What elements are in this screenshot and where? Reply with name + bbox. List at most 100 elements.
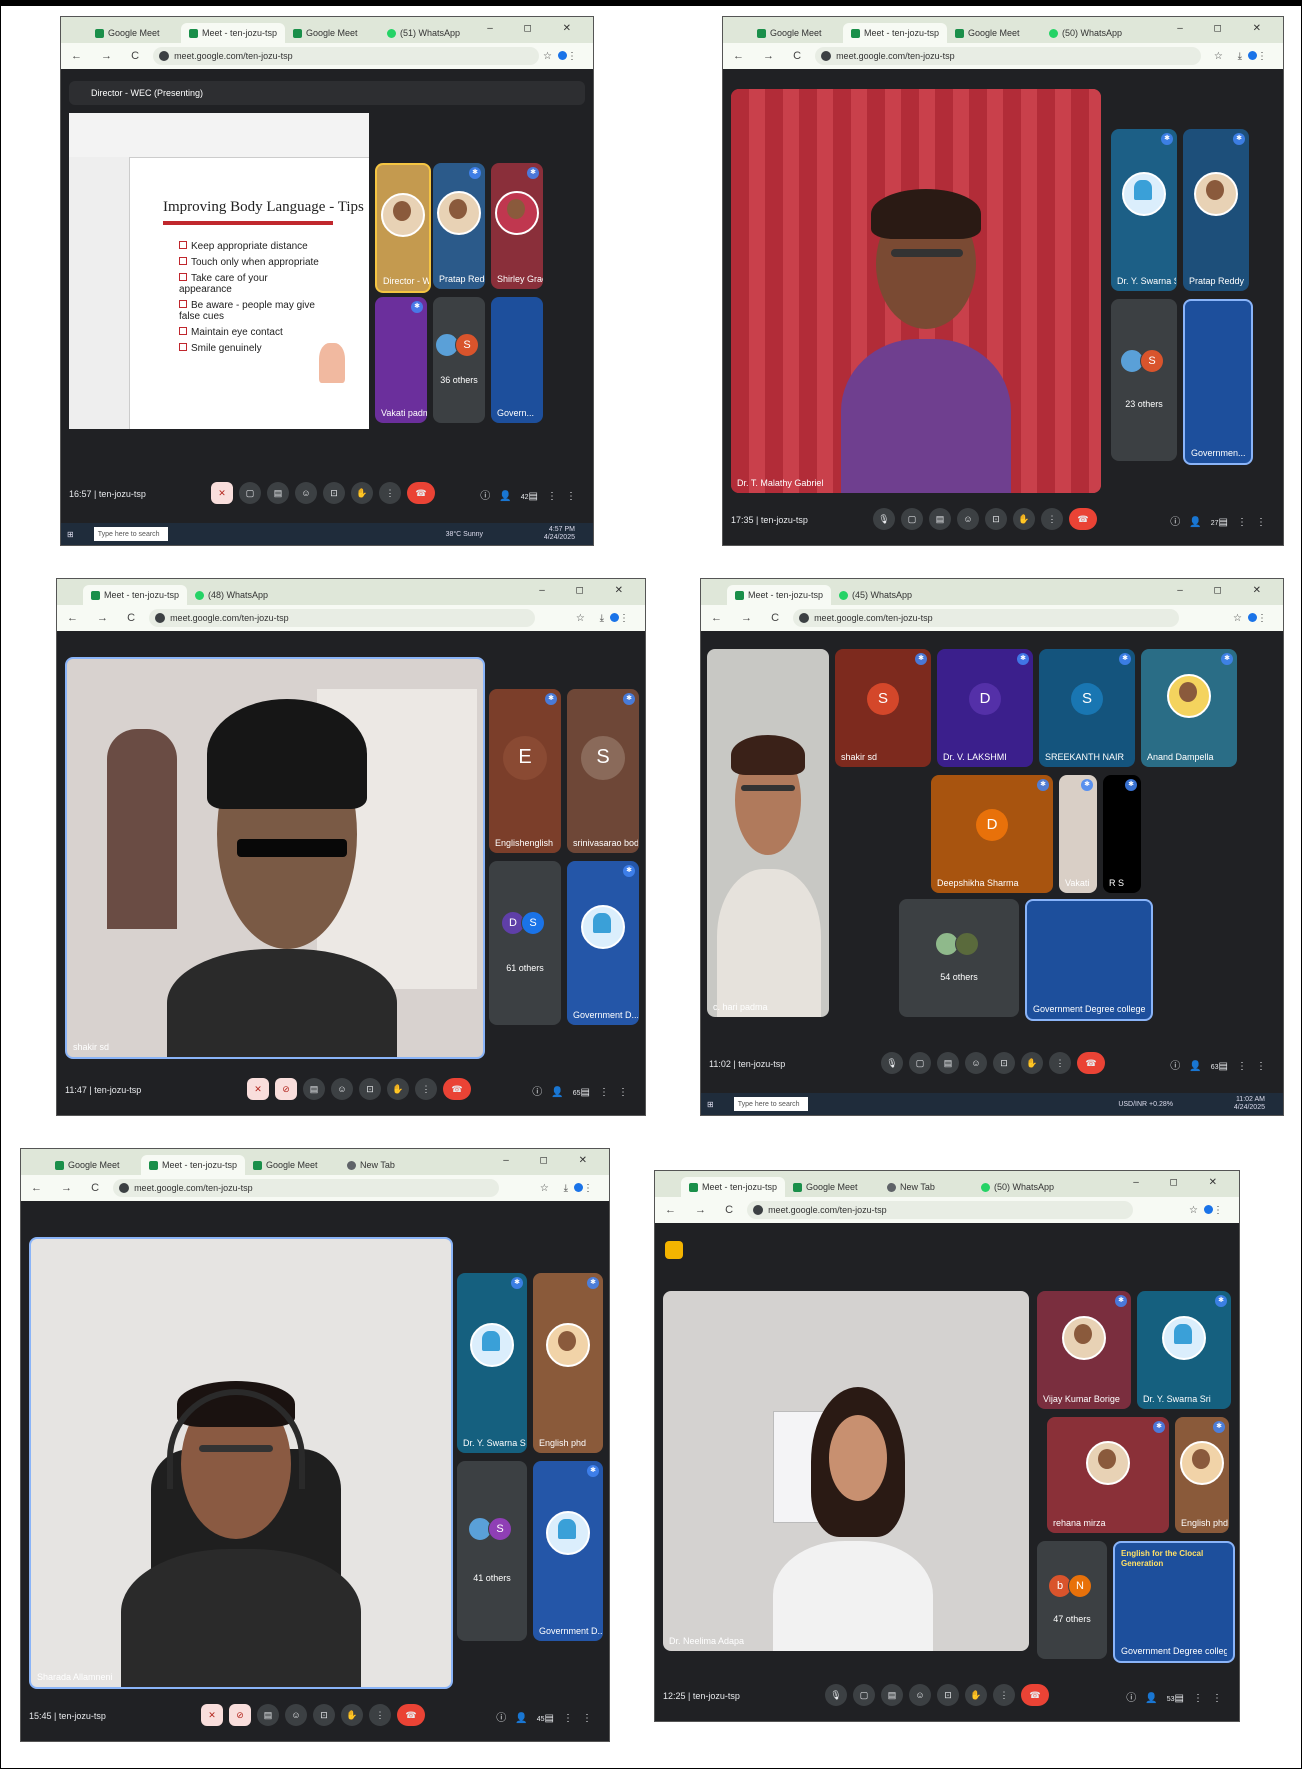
leave-call-button[interactable]: ☎ [443,1078,471,1100]
nav-buttons[interactable]: ← → C [733,50,809,62]
meet-side-buttons[interactable]: ⓘ👤45▤⋮⋮ [496,1709,601,1724]
nav-buttons[interactable]: ← → C [31,1182,107,1194]
participant-tile[interactable]: ✱ S shakir sd [835,649,931,767]
url-field[interactable]: meet.google.com/ten-jozu-tsp [747,1201,1134,1219]
tab-google-meet-2[interactable]: Google Meet [285,23,379,43]
captions-button[interactable]: ▤ [267,482,289,504]
others-tile[interactable]: S 36 others [433,297,485,423]
raise-hand-button[interactable]: ✋ [387,1078,409,1100]
participant-tile[interactable]: ✱ R S [1103,775,1141,893]
leave-call-button[interactable]: ☎ [1069,508,1097,530]
windows-start-icon[interactable]: ⊞ [67,530,74,539]
nav-buttons[interactable]: ← → C [665,1204,741,1216]
more-options-button[interactable]: ⋮ [415,1078,437,1100]
participant-tile[interactable]: ✱ Dr. Y. Swarna Sri [1137,1291,1231,1409]
more-options-button[interactable]: ⋮ [1041,508,1063,530]
present-button[interactable]: ⊡ [993,1052,1015,1074]
participant-tile[interactable]: ✱ Vijay Kumar Borige [1037,1291,1131,1409]
captions-button[interactable]: ▤ [257,1704,279,1726]
url-field[interactable]: meet.google.com/ten-jozu-tsp [113,1179,500,1197]
others-tile[interactable]: S 23 others [1111,299,1177,461]
emoji-button[interactable]: ☺ [331,1078,353,1100]
activity-badge-icon[interactable] [665,1241,683,1259]
more-options-button[interactable]: ⋮ [1049,1052,1071,1074]
participant-tile[interactable]: Director - W... [375,163,431,293]
url-field[interactable]: meet.google.com/ten-jozu-tsp [815,47,1202,65]
camera-button[interactable]: ▢ [901,508,923,530]
captions-button[interactable]: ▤ [303,1078,325,1100]
url-field[interactable]: meet.google.com/ten-jozu-tsp [793,609,1180,627]
participant-tile[interactable]: ✱ rehana mirza [1047,1417,1169,1533]
emoji-button[interactable]: ☺ [909,1684,931,1706]
window-controls[interactable]: – ◻ ✕ [539,585,637,596]
participant-tile[interactable]: ✱ Pratap Reddy [1183,129,1249,291]
toolbar-right[interactable]: ☆ ⋮ [1233,613,1273,624]
tab-meet-active[interactable]: Meet - ten-jozu-tsp [727,585,832,605]
main-speaker-video[interactable]: Dr. Neelima Adapa [663,1291,1029,1651]
meet-side-buttons[interactable]: ⓘ👤65▤⋮⋮ [532,1083,637,1098]
toolbar-right[interactable]: ☆ ⤓ ⋮ [576,613,635,624]
url-field[interactable]: meet.google.com/ten-jozu-tsp [149,609,536,627]
taskbar-search[interactable]: Type here to search [93,527,168,541]
tab-google-meet-2[interactable]: Google Meet [245,1155,339,1175]
emoji-button[interactable]: ☺ [965,1052,987,1074]
participant-tile[interactable]: English for the Clocal Generation Govern… [1113,1541,1235,1663]
camera-button[interactable]: ▢ [909,1052,931,1074]
present-button[interactable]: ⊡ [313,1704,335,1726]
meet-side-buttons[interactable]: ⓘ👤53▤⋮⋮ [1126,1689,1231,1704]
others-tile[interactable]: bN 47 others [1037,1541,1107,1659]
participant-tile[interactable]: ✱ S SREEKANTH NAIR [1039,649,1135,767]
present-button[interactable]: ⊡ [985,508,1007,530]
present-button[interactable]: ⊡ [323,482,345,504]
captions-button[interactable]: ▤ [881,1684,903,1706]
tab-whatsapp[interactable]: (45) WhatsApp [831,585,925,605]
camera-button[interactable]: ▢ [239,482,261,504]
url-field[interactable]: meet.google.com/ten-jozu-tsp [153,47,540,65]
taskbar-search[interactable]: Type here to search [733,1097,808,1111]
raise-hand-button[interactable]: ✋ [351,482,373,504]
present-button[interactable]: ⊡ [359,1078,381,1100]
more-options-button[interactable]: ⋮ [369,1704,391,1726]
leave-call-button[interactable]: ☎ [407,482,435,504]
participant-tile[interactable]: ✱ Vakati [1059,775,1097,893]
window-controls[interactable]: – ◻ ✕ [1133,1177,1231,1188]
more-options-button[interactable]: ⋮ [379,482,401,504]
nav-buttons[interactable]: ← → C [67,612,143,624]
nav-buttons[interactable]: ← → C [711,612,787,624]
tab-meet-active[interactable]: Meet - ten-jozu-tsp [843,23,948,43]
tab-new-tab[interactable]: New Tab [339,1155,433,1175]
others-tile[interactable]: S 41 others [457,1461,527,1641]
participant-tile[interactable]: ✱ Shirley Grace [491,163,543,289]
main-speaker-video[interactable]: c. hari padma [707,649,829,1017]
more-options-button[interactable]: ⋮ [993,1684,1015,1706]
emoji-button[interactable]: ☺ [957,508,979,530]
tab-meet-active[interactable]: Meet - ten-jozu-tsp [141,1155,246,1175]
tab-meet-active[interactable]: Meet - ten-jozu-tsp [181,23,286,43]
camera-button[interactable]: ▢ [853,1684,875,1706]
emoji-button[interactable]: ☺ [285,1704,307,1726]
participant-tile[interactable]: ✱ D Deepshikha Sharma [931,775,1053,893]
participant-tile[interactable]: ✱ Dr. Y. Swarna Sri [1111,129,1177,291]
present-button[interactable]: ⊡ [937,1684,959,1706]
mic-toggle-button[interactable]: ✕ [201,1704,223,1726]
participant-tile[interactable]: ✱ Pratap Reddy [433,163,485,289]
participant-tile[interactable]: ✱ Government D... [533,1461,603,1641]
tab-whatsapp[interactable]: (51) WhatsApp [379,23,473,43]
tab-google-meet-2[interactable]: Google Meet [947,23,1041,43]
participant-tile[interactable]: ✱ D Dr. V. LAKSHMI [937,649,1033,767]
others-tile[interactable]: DS 61 others [489,861,561,1025]
participant-tile[interactable]: Governmen... [1183,299,1253,465]
tab-google-meet[interactable]: Google Meet [47,1155,141,1175]
participant-tile[interactable]: Govern... [491,297,543,423]
leave-call-button[interactable]: ☎ [1077,1052,1105,1074]
mic-toggle-button[interactable]: 🎙 [825,1684,847,1706]
participant-tile[interactable]: ✱ Anand Dampella [1141,649,1237,767]
toolbar-right[interactable]: ☆ ⋮ [543,51,583,62]
tab-google-meet[interactable]: Google Meet [87,23,181,43]
participant-tile[interactable]: ✱ English phd [1175,1417,1229,1533]
raise-hand-button[interactable]: ✋ [1021,1052,1043,1074]
captions-button[interactable]: ▤ [937,1052,959,1074]
participant-tile[interactable]: ✱ S srinivasarao boda [567,689,639,853]
tab-google-meet[interactable]: Google Meet [785,1177,879,1197]
mic-toggle-button[interactable]: ✕ [247,1078,269,1100]
